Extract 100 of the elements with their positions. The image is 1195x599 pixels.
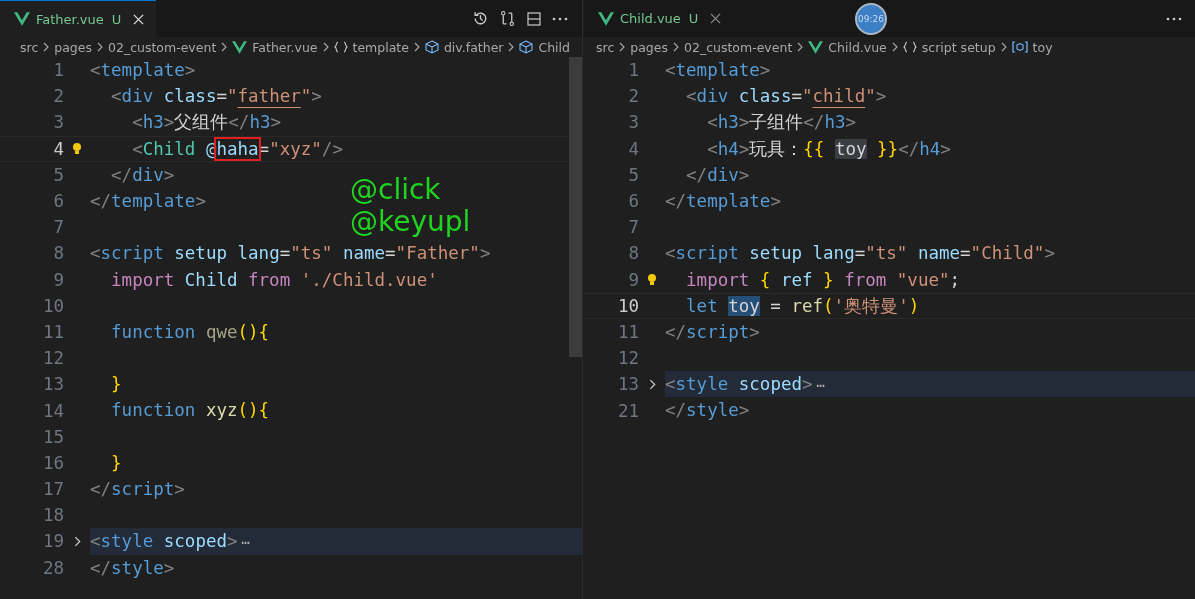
more-icon[interactable] <box>552 16 568 21</box>
breadcrumb-item[interactable]: src <box>20 39 39 55</box>
code-line: <style scoped> ⋯ <box>665 372 825 396</box>
breadcrumb-item[interactable]: src <box>596 39 615 55</box>
line-number: 28 <box>41 557 64 578</box>
line-number: 12 <box>41 348 64 369</box>
code-line: <script setup lang="ts" name="Father"> <box>90 242 491 266</box>
line-number: 10 <box>616 295 639 316</box>
line-number: 11 <box>616 321 639 342</box>
line-number: 10 <box>41 295 64 316</box>
breadcrumb-item[interactable]: Child <box>538 39 570 55</box>
line-number: 9 <box>52 269 64 290</box>
split-editor-icon[interactable] <box>526 10 542 27</box>
line-number: 6 <box>627 191 639 212</box>
code-line: <style scoped> ⋯ <box>90 529 250 553</box>
breadcrumb-item[interactable]: template <box>352 39 409 55</box>
code-line: </div> <box>110 163 175 187</box>
code-line: } <box>110 373 122 397</box>
code-line: function xyz(){ <box>110 399 270 423</box>
line-number: 9 <box>627 269 639 290</box>
line-number: 8 <box>52 243 64 264</box>
editor-tab[interactable]: Father.vue U <box>0 0 157 37</box>
braces-icon <box>902 41 917 53</box>
chevron-icon <box>322 42 329 52</box>
tab-status: U <box>111 11 122 27</box>
line-number: 2 <box>52 86 64 107</box>
code-line: <h4>玩具：{{ toy }}</h4> <box>706 137 951 161</box>
line-number: 19 <box>41 531 64 552</box>
code-line: import { ref } from "vue"; <box>685 268 961 292</box>
line-number: 4 <box>627 138 639 159</box>
chevron-icon <box>673 42 679 52</box>
line-number: 1 <box>627 60 639 81</box>
line-number: 13 <box>616 374 639 395</box>
compare-icon[interactable] <box>499 10 516 27</box>
code-line: </template> <box>665 189 781 213</box>
vue-logo-icon <box>14 12 30 26</box>
cube-icon <box>424 40 439 54</box>
code-line: <template> <box>665 59 771 82</box>
braces-icon <box>333 41 348 53</box>
vue-logo-icon <box>232 40 248 54</box>
line-number: 3 <box>627 112 639 133</box>
cube-icon <box>519 40 534 54</box>
code-line: function qwe(){ <box>110 320 270 344</box>
code-line: </script> <box>665 320 760 344</box>
line-number: 3 <box>52 112 64 133</box>
code-line: </template> <box>90 189 206 213</box>
breadcrumb-item[interactable]: Child.vue <box>828 39 887 55</box>
chevron-icon <box>97 42 103 52</box>
chevron-icon[interactable] <box>73 535 81 547</box>
code-line: let toy = ref('奥特曼') <box>685 294 920 318</box>
history-icon[interactable] <box>472 10 489 27</box>
code-line: <div class="child"> <box>685 85 887 109</box>
tab-title: Father.vue <box>36 11 104 27</box>
code-line: <h3>子组件</h3> <box>706 111 856 135</box>
line-number: 8 <box>627 243 639 264</box>
vue-logo-icon <box>808 40 824 54</box>
breadcrumb-item[interactable]: toy <box>1032 39 1053 55</box>
code-line: </style> <box>90 556 175 580</box>
code-line: </div> <box>685 163 750 187</box>
line-number: 7 <box>52 217 64 238</box>
line-number: 17 <box>41 479 64 500</box>
code-line: <template> <box>90 59 196 82</box>
line-number: 1 <box>52 60 64 81</box>
scrollbar-thumb[interactable] <box>569 57 582 357</box>
code-line: </script> <box>90 478 185 501</box>
more-icon[interactable] <box>1166 16 1182 21</box>
timer-badge: 09:26 <box>855 3 887 35</box>
close-icon[interactable] <box>710 13 722 24</box>
chevron-icon <box>619 42 626 52</box>
line-number: 4 <box>52 138 64 159</box>
tab-status: U <box>688 11 699 26</box>
line-number: 7 <box>627 217 639 238</box>
line-number: 21 <box>616 400 639 421</box>
breadcrumb-item[interactable]: Father.vue <box>252 39 318 55</box>
line-number: 2 <box>627 86 639 107</box>
chevron-icon <box>43 42 50 52</box>
chevron-icon <box>508 42 515 52</box>
line-number: 13 <box>41 374 64 395</box>
handwritten-note: @keyupl <box>350 207 471 237</box>
line-number: 5 <box>52 164 64 185</box>
handwritten-note: @click <box>350 175 441 205</box>
lightbulb-icon[interactable] <box>72 141 82 156</box>
line-number: 15 <box>41 426 64 447</box>
line-number: 6 <box>52 191 64 212</box>
code-line: } <box>110 451 122 475</box>
chevron-icon <box>1000 42 1007 52</box>
lightbulb-icon[interactable] <box>647 272 657 287</box>
line-number: 11 <box>41 321 64 342</box>
breadcrumb-item[interactable]: pages <box>54 39 92 55</box>
chevron-icon[interactable] <box>648 378 656 390</box>
breadcrumb-item[interactable]: pages <box>630 39 668 55</box>
chevron-icon <box>797 42 804 52</box>
breadcrumb-item[interactable]: 02_custom-event <box>108 39 217 55</box>
tab-title: Child.vue <box>620 11 681 26</box>
chevron-icon <box>891 42 898 52</box>
code-line: </style> <box>665 399 750 423</box>
breadcrumb-item[interactable]: 02_custom-event <box>684 39 793 55</box>
breadcrumb-item[interactable]: div.father <box>443 39 504 55</box>
breadcrumb-item[interactable]: script setup <box>921 39 996 55</box>
code-line: import Child from './Child.vue' <box>110 268 438 292</box>
